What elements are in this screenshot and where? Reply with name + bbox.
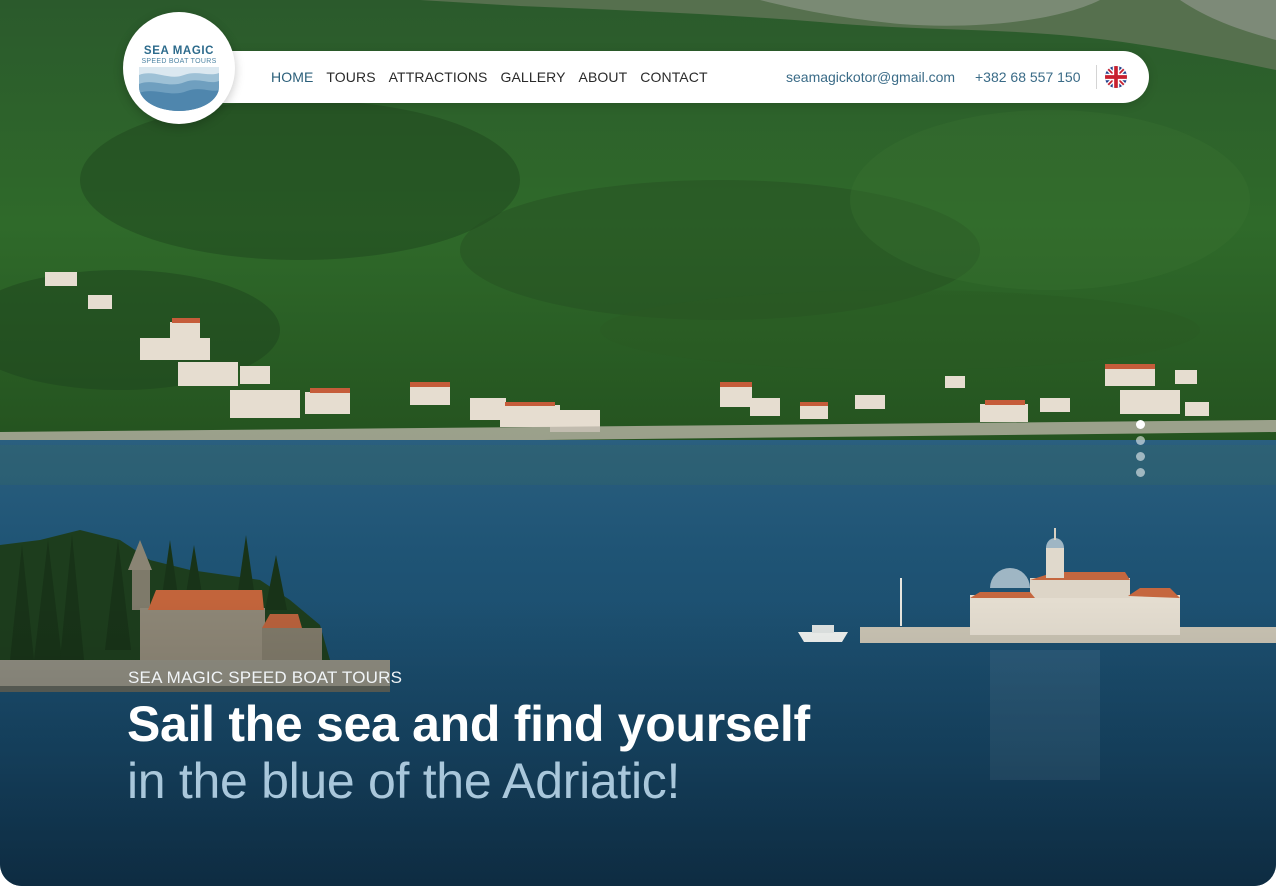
- logo-tagline: SPEED BOAT TOURS: [141, 58, 217, 65]
- hero-section: HOME TOURS ATTRACTIONS GALLERY ABOUT CON…: [0, 0, 1276, 886]
- top-navigation-bar: HOME TOURS ATTRACTIONS GALLERY ABOUT CON…: [178, 51, 1149, 103]
- hero-headline: Sail the sea and find yourself: [127, 696, 810, 752]
- nav-divider: [1096, 65, 1097, 89]
- slider-dot-3[interactable]: [1136, 452, 1145, 461]
- nav-item-contact[interactable]: CONTACT: [640, 69, 707, 85]
- hero-subline: in the blue of the Adriatic!: [127, 753, 681, 809]
- nav-menu: HOME TOURS ATTRACTIONS GALLERY ABOUT CON…: [271, 51, 708, 103]
- slider-dot-4[interactable]: [1136, 468, 1145, 477]
- slider-dot-2[interactable]: [1136, 436, 1145, 445]
- nav-item-home[interactable]: HOME: [271, 69, 313, 85]
- brand-logo[interactable]: SEA MAGIC SPEED BOAT TOURS: [123, 12, 235, 124]
- logo-title: SEA MAGIC: [143, 45, 215, 57]
- nav-item-attractions[interactable]: ATTRACTIONS: [389, 69, 488, 85]
- uk-flag-icon[interactable]: [1105, 66, 1127, 88]
- nav-item-gallery[interactable]: GALLERY: [501, 69, 566, 85]
- nav-item-about[interactable]: ABOUT: [579, 69, 628, 85]
- wave-logo-icon: [139, 67, 219, 111]
- nav-item-tours[interactable]: TOURS: [326, 69, 375, 85]
- slider-dot-1[interactable]: [1136, 420, 1145, 429]
- contact-phone-link[interactable]: +382 68 557 150: [975, 51, 1081, 103]
- slider-pagination: [1136, 420, 1146, 480]
- hero-kicker: SEA MAGIC SPEED BOAT TOURS: [128, 668, 403, 687]
- contact-email-link[interactable]: seamagickotor@gmail.com: [786, 51, 955, 103]
